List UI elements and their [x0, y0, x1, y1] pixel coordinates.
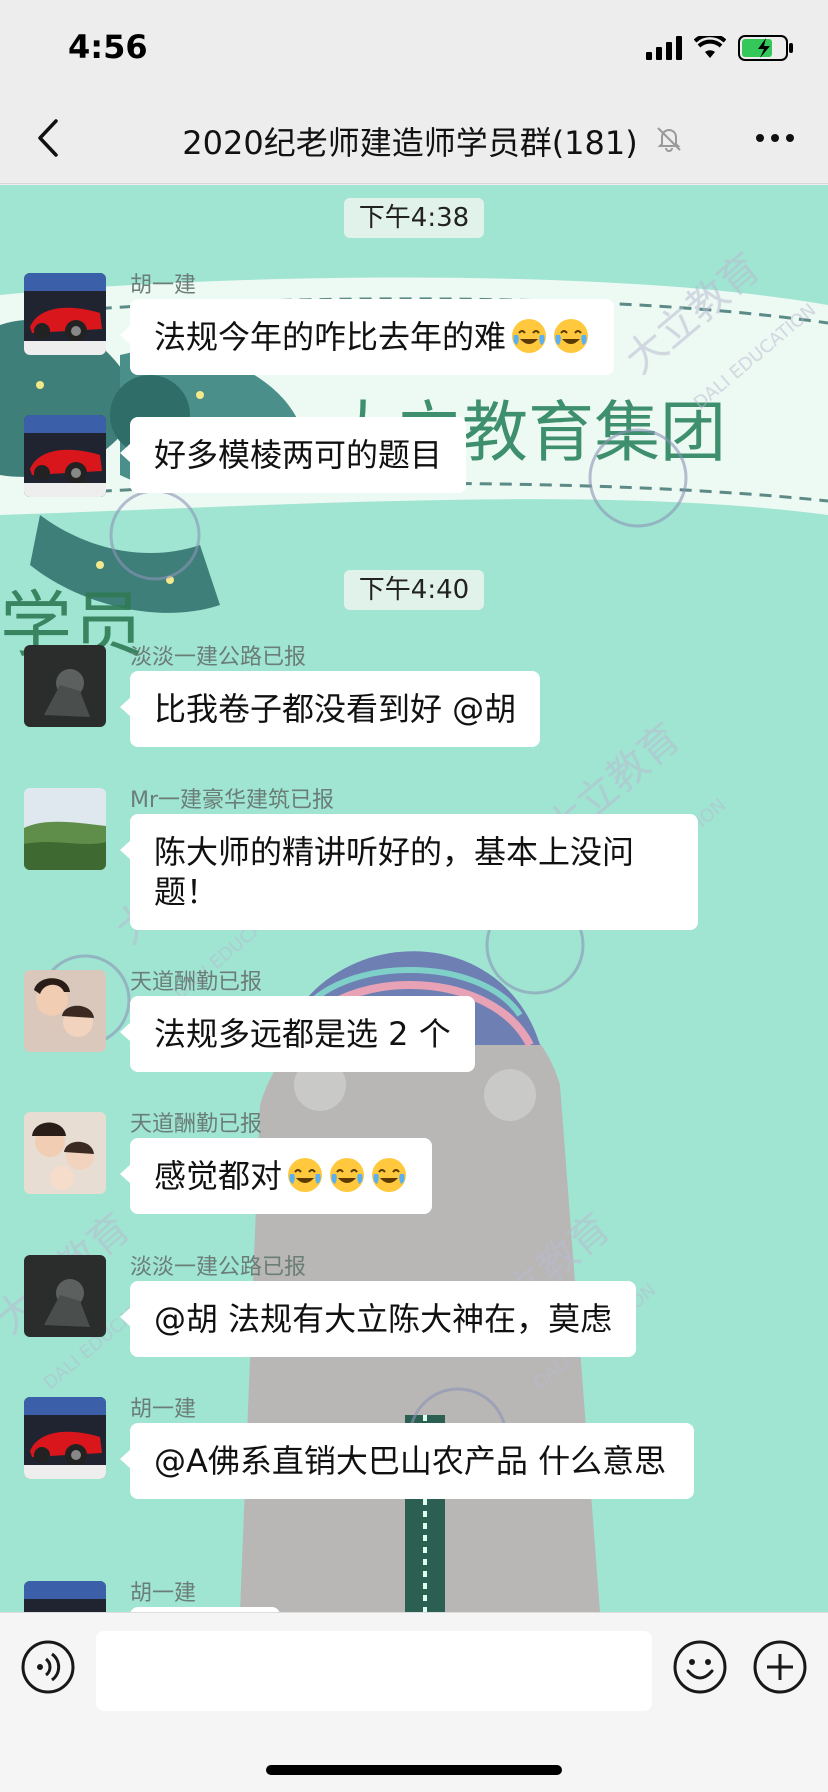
message-bubble[interactable]: @胡 法规有大立陈大神在，莫虑: [119, 1281, 637, 1357]
avatar-red-car[interactable]: [24, 415, 106, 497]
mute-bell-icon: [657, 127, 681, 152]
sender-name: 胡一建: [130, 273, 197, 298]
avatar-family-photo[interactable]: [24, 1112, 106, 1194]
message-text: 法规今年的咋比去年的难: [154, 318, 507, 356]
timestamp: 下午4:38: [344, 198, 484, 238]
avatar-family-photo[interactable]: [24, 970, 106, 1052]
sender-name: 胡一建: [130, 1397, 197, 1422]
chat-area[interactable]: 大立教育集团 学员 大立教育 大立教育 大立教育 DALI EDUCATION …: [0, 185, 828, 1612]
voice-icon[interactable]: [20, 1639, 76, 1695]
avatar-landscape[interactable]: [24, 788, 106, 870]
sender-name: 胡一建: [130, 1581, 197, 1606]
watermark-text: 大立教育: [617, 245, 769, 383]
message-text: 陈大师的精讲听好的，基本上没问题！: [154, 833, 635, 911]
emoji-icon[interactable]: [672, 1639, 728, 1695]
avatar-wolf[interactable]: [24, 645, 106, 727]
watermark-text-en: DALI EDUCATION: [690, 300, 821, 414]
sender-name: Mr一建豪华建筑已报: [130, 788, 335, 813]
crying-laughing-emoji-icon: [372, 1158, 407, 1192]
message-bubble[interactable]: 好多模棱两可的题目: [119, 417, 467, 493]
avatar-red-car[interactable]: [24, 1581, 106, 1612]
battery-icon: [738, 35, 793, 61]
plus-icon[interactable]: [752, 1639, 808, 1695]
avatar-wolf[interactable]: [24, 1255, 106, 1337]
message-bubble[interactable]: 感觉都对: [119, 1138, 433, 1214]
message-text: @胡 法规有大立陈大神在，莫虑: [154, 1300, 613, 1338]
sender-name: 天道酬勤已报: [130, 970, 263, 995]
nav-bar: 2020纪老师建造师学员群(181): [0, 92, 828, 184]
crying-laughing-emoji-icon: [554, 319, 589, 353]
back-button[interactable]: [26, 112, 70, 164]
message-text: 比我卷子都没看到好 @胡: [154, 690, 517, 728]
message-text: 法规多远都是选 2 个: [154, 1015, 451, 1053]
message-bubble[interactable]: @A佛系直销大巴山农产品 什么意思: [120, 1423, 694, 1499]
more-dots-icon: [756, 134, 794, 142]
crying-laughing-emoji-icon: [512, 319, 547, 353]
crying-laughing-emoji-icon: [288, 1158, 323, 1192]
avatar-red-car[interactable]: [24, 1397, 106, 1479]
chevron-left-icon: [38, 119, 58, 157]
wifi-icon: [694, 36, 726, 58]
message-text: 好多模棱两可的题目: [154, 436, 443, 474]
message-bubble[interactable]: 陈大师的精讲听好的，基本上没问题！: [120, 814, 698, 930]
crying-laughing-emoji-icon: [330, 1158, 365, 1192]
avatar-red-car[interactable]: [24, 273, 106, 355]
message-bubble[interactable]: 法规今年的咋比去年的难: [119, 299, 615, 375]
message-input[interactable]: [96, 1631, 652, 1711]
status-time: 4:56: [68, 28, 148, 66]
status-icons: [646, 34, 794, 62]
sender-name: 淡淡一建公路已报: [130, 1255, 307, 1280]
message-bubble[interactable]: 比我卷子都没看到好 @胡: [119, 671, 541, 747]
message-bubble[interactable]: 法规多远都是选 2 个: [120, 996, 475, 1072]
more-button[interactable]: [750, 118, 800, 158]
timestamp: 下午4:40: [344, 570, 484, 610]
home-indicator[interactable]: [266, 1765, 562, 1775]
sender-name: 天道酬勤已报: [130, 1112, 263, 1137]
message-text: @A佛系直销大巴山农产品 什么意思: [154, 1442, 667, 1480]
message-text: 感觉都对: [154, 1157, 283, 1195]
signal-icon: [646, 36, 682, 60]
status-bar: 4:56: [0, 0, 828, 92]
sender-name: 淡淡一建公路已报: [130, 645, 307, 670]
chat-title: 2020纪老师建造师学员群(181): [182, 124, 638, 162]
